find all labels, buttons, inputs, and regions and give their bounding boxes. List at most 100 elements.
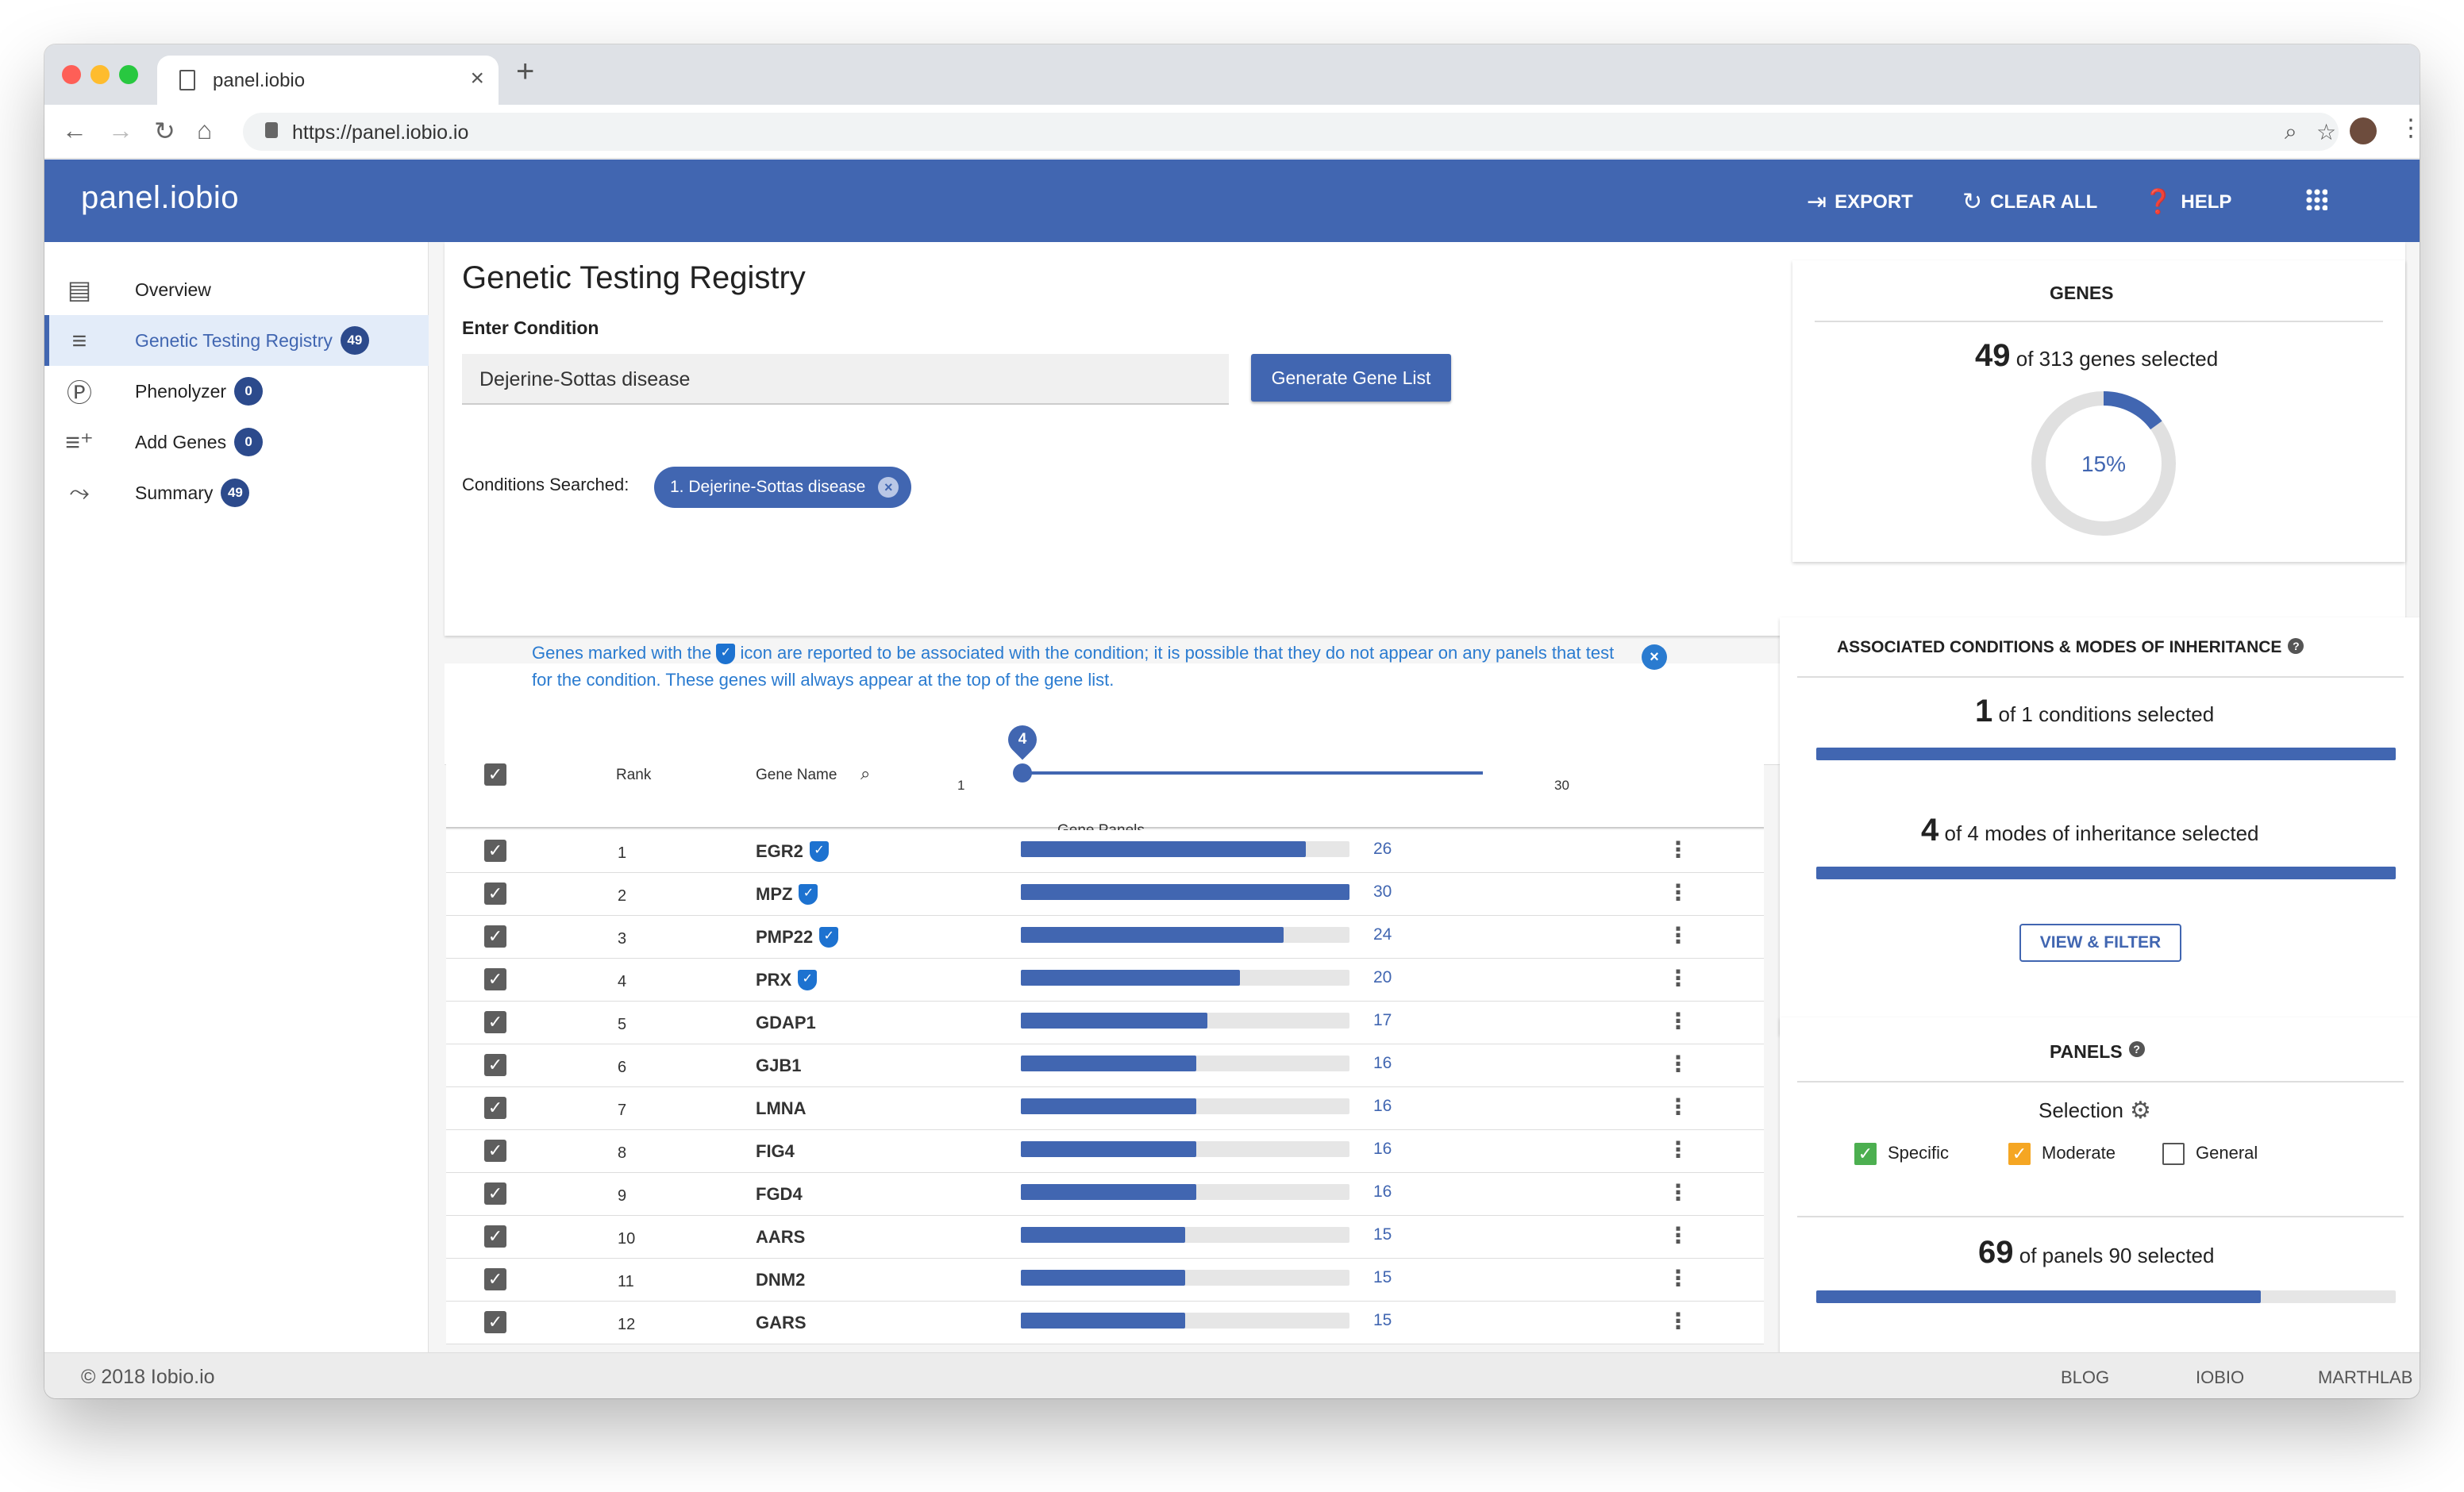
bookmark-star-icon[interactable]: ☆ <box>2316 119 2336 145</box>
sidebar-item-add-genes[interactable]: ≡⁺ Add Genes 0 <box>44 417 429 467</box>
gene-name-cell[interactable]: AARS <box>756 1227 805 1248</box>
app-brand[interactable]: panel.iobio <box>81 180 239 216</box>
rank-column-header[interactable]: Rank <box>616 767 651 784</box>
tab-close-icon[interactable]: × <box>470 65 484 92</box>
home-icon[interactable]: ⌂ <box>197 116 212 145</box>
clear-all-button[interactable]: ↻ CLEAR ALL <box>1962 188 2097 216</box>
sidebar-item-label: Summary <box>135 482 214 503</box>
row-checkbox[interactable]: ✓ <box>484 1225 506 1248</box>
panel-count-value: 17 <box>1373 1011 1392 1029</box>
row-checkbox[interactable]: ✓ <box>484 1140 506 1162</box>
row-checkbox[interactable]: ✓ <box>484 1011 506 1033</box>
row-checkbox[interactable]: ✓ <box>484 1054 506 1076</box>
row-checkbox[interactable]: ✓ <box>484 1097 506 1119</box>
select-all-checkbox[interactable]: ✓ <box>484 763 506 786</box>
sidebar-item-label: Add Genes <box>135 431 227 452</box>
condition-chip[interactable]: 1. Dejerine-Sottas disease × <box>654 467 912 508</box>
row-more-icon[interactable]: ⋮ <box>1667 879 1689 906</box>
footer-link-marthlab[interactable]: MARTHLAB <box>2318 1367 2412 1388</box>
row-more-icon[interactable]: ⋮ <box>1667 1136 1689 1163</box>
gene-name-cell[interactable]: PRX ✓ <box>756 970 818 990</box>
specific-checkbox[interactable]: ✓ <box>1854 1143 1877 1165</box>
reload-icon[interactable]: ↻ <box>154 116 175 146</box>
table-row[interactable]: ✓ 12 GARS 15 ⋮ <box>446 1302 1764 1344</box>
gene-name-cell[interactable]: LMNA <box>756 1098 807 1119</box>
gene-name-cell[interactable]: DNM2 <box>756 1270 805 1290</box>
table-row[interactable]: ✓ 9 FGD4 16 ⋮ <box>446 1173 1764 1216</box>
gene-name-cell[interactable]: GARS <box>756 1313 807 1333</box>
row-checkbox[interactable]: ✓ <box>484 1182 506 1205</box>
genes-card-title: GENES <box>2050 283 2114 303</box>
sidebar-item-phenolyzer[interactable]: Ⓟ Phenolyzer 0 <box>44 366 429 417</box>
gene-name-cell[interactable]: FIG4 <box>756 1141 795 1162</box>
footer-link-blog[interactable]: BLOG <box>2061 1367 2109 1388</box>
panel-threshold-slider-track[interactable] <box>1022 771 1483 775</box>
gear-icon[interactable]: ⚙ <box>2130 1097 2151 1125</box>
search-icon[interactable]: ⌕ <box>860 763 870 784</box>
table-row[interactable]: ✓ 10 AARS 15 ⋮ <box>446 1216 1764 1259</box>
row-more-icon[interactable]: ⋮ <box>1667 922 1689 948</box>
table-row[interactable]: ✓ 6 GJB1 16 ⋮ <box>446 1044 1764 1087</box>
table-row[interactable]: ✓ 7 LMNA 16 ⋮ <box>446 1087 1764 1130</box>
table-row[interactable]: ✓ 5 GDAP1 17 ⋮ <box>446 1002 1764 1044</box>
gene-name-cell[interactable]: EGR2 ✓ <box>756 841 829 862</box>
row-more-icon[interactable]: ⋮ <box>1667 1308 1689 1334</box>
row-more-icon[interactable]: ⋮ <box>1667 1222 1689 1248</box>
sidebar-item-overview[interactable]: ▤ Overview <box>44 264 429 315</box>
sidebar-item-summary[interactable]: ⤳ Summary 49 <box>44 467 429 518</box>
maximize-window-button[interactable] <box>119 65 138 84</box>
new-tab-button[interactable]: + <box>516 54 534 90</box>
sidebar-item-gtr[interactable]: ≡ Genetic Testing Registry 49 <box>44 315 429 366</box>
gene-name-cell[interactable]: GJB1 <box>756 1056 801 1076</box>
row-checkbox[interactable]: ✓ <box>484 925 506 948</box>
gene-name-cell[interactable]: GDAP1 <box>756 1013 816 1033</box>
page-icon <box>179 70 195 90</box>
browser-menu-icon[interactable]: ⋮ <box>2399 114 2420 142</box>
row-checkbox[interactable]: ✓ <box>484 883 506 905</box>
table-row[interactable]: ✓ 11 DNM2 15 ⋮ <box>446 1259 1764 1302</box>
row-more-icon[interactable]: ⋮ <box>1667 1179 1689 1206</box>
forward-arrow-icon[interactable]: → <box>108 116 133 145</box>
row-more-icon[interactable]: ⋮ <box>1667 836 1689 863</box>
table-row[interactable]: ✓ 2 MPZ ✓ 30 ⋮ <box>446 873 1764 916</box>
browser-tab[interactable]: panel.iobio × <box>157 56 499 105</box>
chip-close-icon[interactable]: × <box>878 477 899 498</box>
row-checkbox[interactable]: ✓ <box>484 1311 506 1333</box>
row-checkbox[interactable]: ✓ <box>484 840 506 862</box>
gene-name-cell[interactable]: MPZ ✓ <box>756 884 818 905</box>
help-question-icon[interactable]: ? <box>2288 638 2304 654</box>
info-close-icon[interactable]: × <box>1642 644 1667 670</box>
row-checkbox[interactable]: ✓ <box>484 1268 506 1290</box>
apps-grid-icon[interactable] <box>2305 188 2327 210</box>
table-row[interactable]: ✓ 4 PRX ✓ 20 ⋮ <box>446 959 1764 1002</box>
gene-name-cell[interactable]: PMP22 ✓ <box>756 927 839 948</box>
table-row[interactable]: ✓ 8 FIG4 16 ⋮ <box>446 1130 1764 1173</box>
row-more-icon[interactable]: ⋮ <box>1667 965 1689 991</box>
row-more-icon[interactable]: ⋮ <box>1667 1094 1689 1120</box>
zoom-icon[interactable]: ⌕ <box>2285 119 2297 145</box>
export-button[interactable]: ⇥ EXPORT <box>1807 188 1913 216</box>
condition-input[interactable]: Dejerine-Sottas disease <box>462 354 1229 405</box>
row-checkbox[interactable]: ✓ <box>484 968 506 990</box>
help-question-icon[interactable]: ? <box>2128 1041 2145 1057</box>
generate-gene-list-button[interactable]: Generate Gene List <box>1251 354 1451 402</box>
general-checkbox[interactable] <box>2162 1143 2185 1165</box>
back-arrow-icon[interactable]: ← <box>62 116 87 145</box>
minimize-window-button[interactable] <box>90 65 110 84</box>
panels-selected-suffix: of panels 90 selected <box>2019 1244 2215 1267</box>
row-more-icon[interactable]: ⋮ <box>1667 1008 1689 1034</box>
help-button[interactable]: ❓ HELP <box>2143 188 2231 216</box>
row-more-icon[interactable]: ⋮ <box>1667 1051 1689 1077</box>
table-row[interactable]: ✓ 3 PMP22 ✓ 24 ⋮ <box>446 916 1764 959</box>
table-row[interactable]: ✓ 1 EGR2 ✓ 26 ⋮ <box>446 830 1764 873</box>
row-more-icon[interactable]: ⋮ <box>1667 1265 1689 1291</box>
panel-threshold-slider-knob[interactable] <box>1013 763 1032 783</box>
moderate-checkbox[interactable]: ✓ <box>2008 1143 2031 1165</box>
address-bar[interactable]: https://panel.iobio.io ⌕ ☆ <box>243 113 2339 151</box>
gene-name-cell[interactable]: FGD4 <box>756 1184 803 1205</box>
footer-link-iobio[interactable]: IOBIO <box>2196 1367 2244 1388</box>
view-filter-button[interactable]: VIEW & FILTER <box>2019 924 2181 962</box>
profile-avatar[interactable] <box>2350 117 2377 144</box>
close-window-button[interactable] <box>62 65 81 84</box>
gene-name-column-header[interactable]: Gene Name <box>756 767 837 784</box>
